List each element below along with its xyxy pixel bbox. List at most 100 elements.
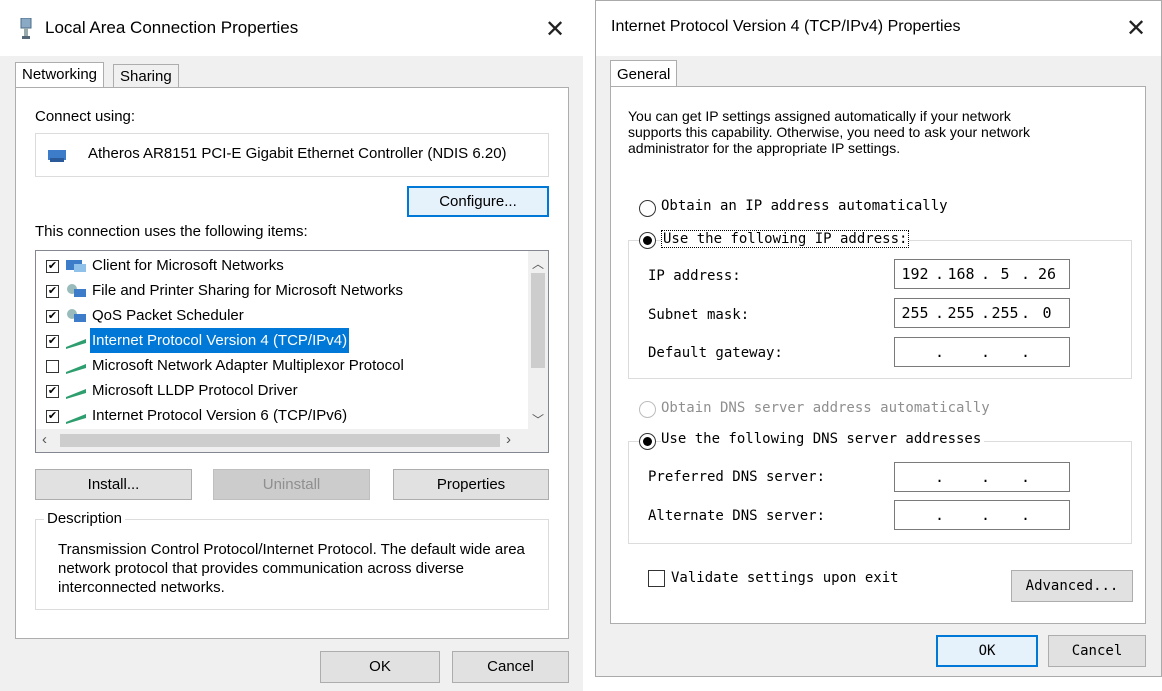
ip-octet: 255 [991,304,1019,322]
adapter-icon [48,150,66,162]
item-label: Internet Protocol Version 6 (TCP/IPv6) [92,407,348,424]
ip-address-label: IP address: [648,268,741,284]
client-icon [66,260,86,272]
scroll-thumb[interactable] [531,273,545,368]
ip-octet: 255 [901,304,929,322]
default-gateway-label: Default gateway: [648,345,783,361]
item-label: File and Printer Sharing for Microsoft N… [92,282,403,299]
checkbox[interactable]: ✔ [46,335,59,348]
general-pane: You can get IP settings assigned automat… [610,86,1146,624]
configure-label: Configure... [439,193,517,210]
radio-auto-dns[interactable] [639,401,656,418]
radio-auto-dns-label[interactable]: Obtain DNS server address automatically [661,400,990,416]
scroll-right-icon[interactable]: › [506,431,511,448]
radio-manual-ip-label[interactable]: Use the following IP address: [661,230,910,248]
radio-manual-ip[interactable] [639,232,656,249]
scroll-up-icon[interactable]: ︿ [532,255,544,272]
protocol-icon [66,339,86,349]
ip-dot: . [1021,304,1031,322]
protocol-icon [66,389,86,399]
radio-manual-dns-label[interactable]: Use the following DNS server addresses [661,431,985,447]
network-adapter-icon [20,18,32,39]
tab-general[interactable]: General [610,60,678,87]
ip-dot: . [1021,468,1031,486]
close-icon[interactable]: ✕ [1126,16,1146,40]
tab-networking[interactable]: Networking [15,62,105,88]
protocol-icon [66,364,86,374]
item-label: QoS Packet Scheduler [92,307,244,324]
subnet-mask-label: Subnet mask: [648,307,750,323]
advanced-label: Advanced... [1025,578,1119,594]
radio-auto-ip[interactable] [639,200,656,217]
ip-dot: . [981,468,991,486]
list-item[interactable]: ✔ File and Printer Sharing for Microsoft… [36,278,516,303]
ip-octet: 0 [1042,304,1052,322]
cancel-button[interactable]: Cancel [452,651,569,683]
validate-label[interactable]: Validate settings upon exit [671,570,899,586]
ip-dot: . [981,506,991,524]
ip-octet: 168 [947,265,975,283]
checkbox[interactable]: ✔ [46,285,59,298]
ok-label: OK [978,643,996,659]
checkbox[interactable] [46,360,59,373]
uninstall-button[interactable]: Uninstall [213,469,370,500]
checkbox[interactable]: ✔ [46,310,59,323]
list-item[interactable]: ✔ QoS Packet Scheduler [36,303,516,328]
item-label: Microsoft LLDP Protocol Driver [92,382,298,399]
local-area-connection-dialog: Local Area Connection Properties ✕ Netwo… [0,0,583,691]
checkbox[interactable]: ✔ [46,385,59,398]
service-icon [67,284,86,297]
alternate-dns-label: Alternate DNS server: [648,508,826,524]
ip-octet: 26 [1037,265,1057,283]
list-item-selected[interactable]: ✔ Internet Protocol Version 4 (TCP/IPv4) [36,328,516,353]
subnet-mask-field[interactable]: 255 . 255 . 255 . 0 [894,298,1070,328]
validate-checkbox[interactable] [648,570,665,587]
tab-sharing[interactable]: Sharing [113,64,179,88]
protocol-icon [66,414,86,424]
scroll-thumb-horizontal[interactable] [60,434,500,447]
cancel-label: Cancel [1071,643,1123,659]
list-item[interactable]: ✔ Microsoft LLDP Protocol Driver [36,378,516,403]
preferred-dns-field[interactable]: . . . [894,462,1070,492]
scroll-down-icon[interactable]: ﹀ [532,411,544,428]
list-item[interactable]: ✔ Internet Protocol Version 6 (TCP/IPv6) [36,403,516,428]
connect-using-label: Connect using: [35,108,136,125]
vertical-scrollbar[interactable]: ︿ ﹀ [528,251,548,429]
configure-button[interactable]: Configure... [407,186,549,217]
intro-text: You can get IP settings assigned automat… [628,108,1031,156]
item-label: Client for Microsoft Networks [92,257,284,274]
description-title: Description [44,510,126,527]
service-icon [67,309,86,322]
uninstall-label: Uninstall [262,476,321,493]
install-label: Install... [87,476,140,493]
default-gateway-field[interactable]: . . . [894,337,1070,367]
ok-button[interactable]: OK [936,635,1038,667]
adapter-name: Atheros AR8151 PCI-E Gigabit Ethernet Co… [88,145,507,162]
ip-octet: 192 [901,265,929,283]
cancel-button[interactable]: Cancel [1048,635,1146,667]
radio-auto-ip-label[interactable]: Obtain an IP address automatically [661,198,948,214]
ip-octet: 255 [947,304,975,322]
close-icon[interactable]: ✕ [545,17,565,41]
checkbox[interactable]: ✔ [46,260,59,273]
ip-address-field[interactable]: 192 . 168 . 5 . 26 [894,259,1070,289]
properties-button[interactable]: Properties [393,469,549,500]
ip-dot: . [935,506,945,524]
components-list[interactable]: ✔ Client for Microsoft Networks ✔ File a… [35,250,549,453]
advanced-button[interactable]: Advanced... [1011,570,1133,602]
description-group: Description Transmission Control Protoco… [35,510,549,610]
list-item[interactable]: Microsoft Network Adapter Multiplexor Pr… [36,353,516,378]
horizontal-scrollbar[interactable]: ‹ › [36,429,548,452]
ip-dot: . [1021,265,1031,283]
install-button[interactable]: Install... [35,469,192,500]
checkbox[interactable]: ✔ [46,410,59,423]
scroll-left-icon[interactable]: ‹ [42,431,47,448]
properties-label: Properties [436,476,506,493]
item-label: Microsoft Network Adapter Multiplexor Pr… [92,357,404,374]
radio-manual-dns[interactable] [639,433,656,450]
ip-dot: . [1021,343,1031,361]
list-item[interactable]: ✔ Client for Microsoft Networks [36,253,516,278]
ip-dot: . [1021,506,1031,524]
ok-button[interactable]: OK [320,651,440,683]
alternate-dns-field[interactable]: . . . [894,500,1070,530]
